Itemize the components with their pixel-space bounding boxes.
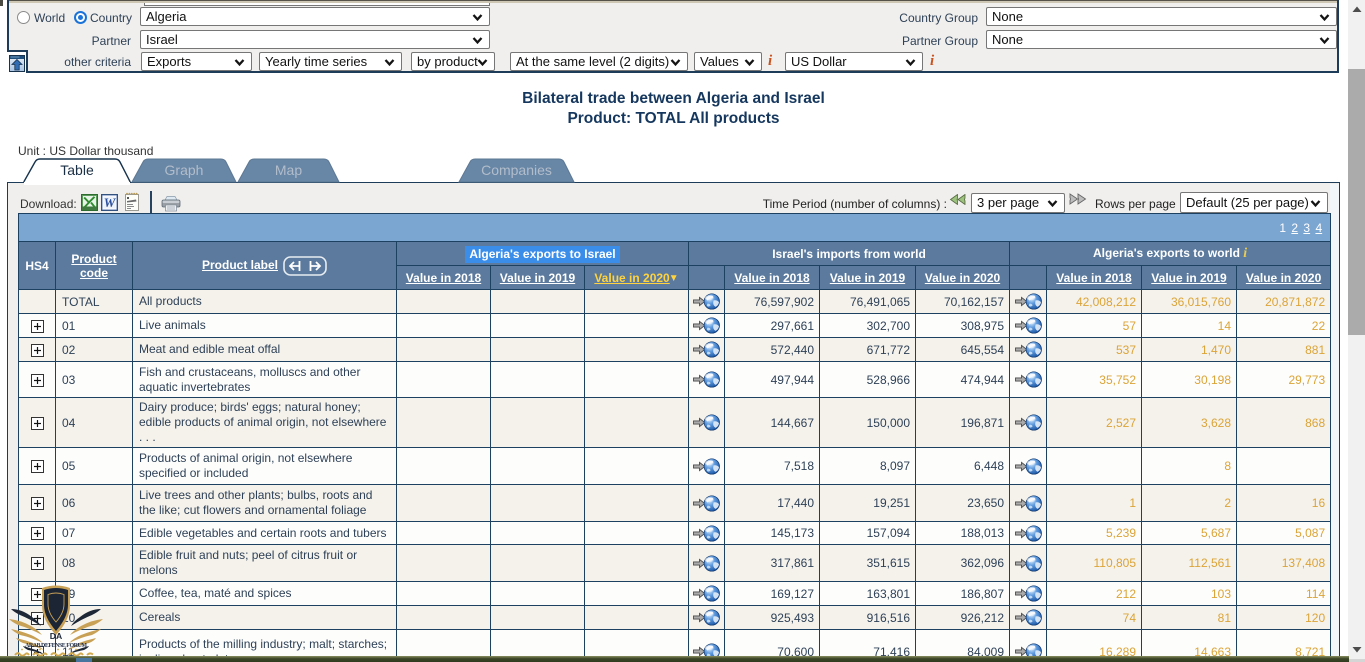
svg-text:W: W <box>104 195 117 210</box>
svg-text:DA: DA <box>50 631 62 641</box>
svg-text:ARAB DEFENSE FORUM: ARAB DEFENSE FORUM <box>25 643 87 649</box>
